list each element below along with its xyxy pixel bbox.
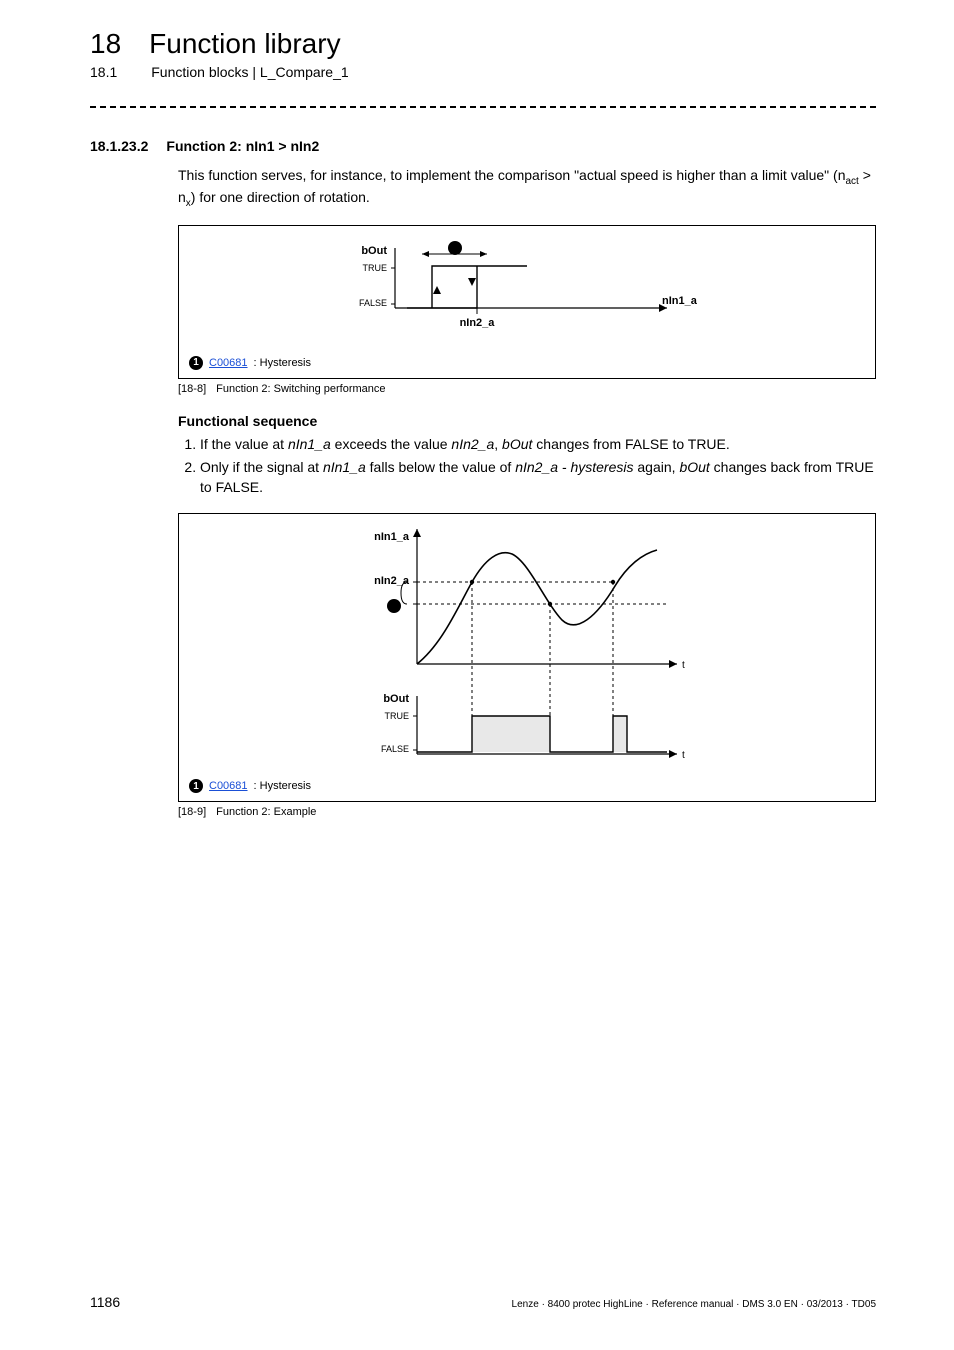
page-number: 1186 — [90, 1294, 120, 1310]
fig2-t-upper: t — [682, 660, 685, 671]
fig2-label-nin2a: nIn2_a — [374, 575, 410, 587]
figure-18-9: t nIn1_a nIn2_a 1 — [178, 513, 876, 802]
figure-18-8: bOut TRUE FALSE — [178, 225, 876, 379]
fig1-label-false: FALSE — [359, 298, 387, 308]
fig1-legend-badge: 1 — [189, 356, 203, 370]
chapter-number: 18 — [90, 28, 121, 60]
subsection-number: 18.1.23.2 — [90, 138, 148, 154]
fig2-t-lower: t — [682, 750, 685, 761]
fig1-legend-text: : Hysteresis — [254, 357, 311, 369]
fig2-label-bout: bOut — [383, 693, 409, 705]
fig1-label-nin2a: nIn2_a — [460, 317, 496, 329]
figure-18-8-svg: bOut TRUE FALSE — [267, 236, 787, 346]
fig2-legend-badge: 1 — [189, 779, 203, 793]
chapter-title: Function library — [149, 28, 340, 60]
intro-paragraph: This function serves, for instance, to i… — [178, 166, 876, 211]
section-title: Function blocks | L_Compare_1 — [151, 64, 348, 80]
fig2-legend-link[interactable]: C00681 — [209, 780, 248, 792]
fig1-label-true: TRUE — [363, 263, 388, 273]
section-number: 18.1 — [90, 64, 117, 80]
fig2-label-false: FALSE — [381, 744, 409, 754]
func-seq-heading: Functional sequence — [178, 413, 876, 429]
fig2-label-true: TRUE — [385, 711, 410, 721]
func-seq-item-1: If the value at nIn1_a exceeds the value… — [200, 435, 876, 455]
fig2-legend-text: : Hysteresis — [254, 780, 311, 792]
fig2-tag: [18-9] — [178, 806, 206, 818]
separator-rule — [90, 106, 876, 108]
fig1-tag: [18-8] — [178, 383, 206, 395]
doc-info: Lenze · 8400 protec HighLine · Reference… — [512, 1299, 876, 1310]
fig2-caption: Function 2: Example — [216, 806, 316, 818]
func-seq-item-2: Only if the signal at nIn1_a falls below… — [200, 458, 876, 497]
func-seq-list: If the value at nIn1_a exceeds the value… — [178, 435, 876, 498]
fig1-label-nin1a: nIn1_a — [662, 295, 698, 307]
fig1-legend-link[interactable]: C00681 — [209, 357, 248, 369]
fig1-badge-1: 1 — [452, 243, 457, 253]
fig2-label-nin1a: nIn1_a — [374, 531, 410, 543]
fig1-caption: Function 2: Switching performance — [216, 383, 385, 395]
fig2-badge-1: 1 — [391, 601, 396, 611]
fig1-label-bout: bOut — [361, 245, 387, 257]
figure-18-9-svg: t nIn1_a nIn2_a 1 — [267, 524, 787, 769]
subsection-title: Function 2: nIn1 > nIn2 — [166, 138, 319, 154]
